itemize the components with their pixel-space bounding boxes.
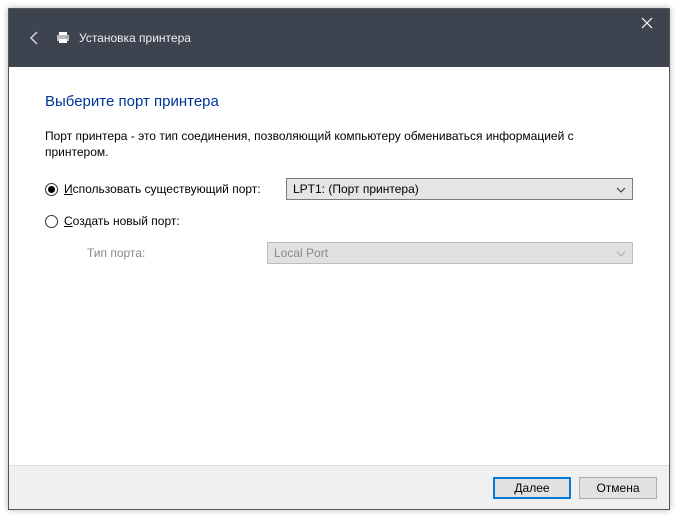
port-type-row: Тип порта: Local Port bbox=[45, 242, 633, 264]
arrow-left-icon bbox=[27, 30, 43, 46]
option-create-new[interactable]: Создать новый порт: bbox=[45, 214, 633, 228]
window-title: Установка принтера bbox=[79, 31, 191, 45]
port-type-value: Local Port bbox=[274, 246, 328, 260]
chevron-down-icon bbox=[616, 184, 626, 194]
chevron-down-icon bbox=[616, 248, 626, 258]
back-button[interactable] bbox=[21, 24, 49, 52]
option-use-existing[interactable]: Использовать существующий порт: LPT1: (П… bbox=[45, 178, 633, 200]
printer-icon bbox=[55, 30, 71, 46]
radio-create-new-label: Создать новый порт: bbox=[64, 214, 286, 228]
page-description: Порт принтера - это тип соединения, позв… bbox=[45, 128, 633, 160]
existing-port-value: LPT1: (Порт принтера) bbox=[293, 182, 419, 196]
radio-create-new[interactable] bbox=[45, 215, 58, 228]
footer: Далее Отмена bbox=[9, 465, 669, 509]
existing-port-select[interactable]: LPT1: (Порт принтера) bbox=[286, 178, 633, 200]
wizard-window: Установка принтера Выберите порт принтер… bbox=[8, 8, 670, 510]
radio-use-existing[interactable] bbox=[45, 183, 58, 196]
page-heading: Выберите порт принтера bbox=[45, 93, 633, 110]
close-button[interactable] bbox=[625, 9, 669, 37]
cancel-button[interactable]: Отмена bbox=[579, 477, 657, 499]
port-type-label: Тип порта: bbox=[45, 246, 267, 260]
titlebar: Установка принтера bbox=[9, 9, 669, 67]
radio-use-existing-label: Использовать существующий порт: bbox=[64, 182, 286, 196]
next-button[interactable]: Далее bbox=[493, 477, 571, 499]
content-area: Выберите порт принтера Порт принтера - э… bbox=[9, 67, 669, 465]
port-type-select: Local Port bbox=[267, 242, 633, 264]
close-icon bbox=[641, 17, 653, 29]
